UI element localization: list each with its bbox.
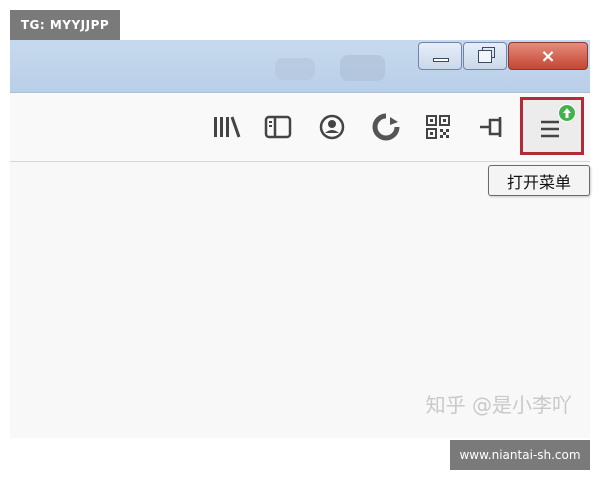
- close-icon: ×: [540, 45, 556, 67]
- site-overlay: www.niantai-sh.com: [450, 440, 590, 470]
- account-button[interactable]: [316, 111, 348, 143]
- library-button[interactable]: [210, 111, 242, 143]
- title-blur: [340, 55, 385, 81]
- qr-code-icon: [426, 115, 450, 139]
- sidebar-icon: [264, 115, 292, 139]
- watermark-text: 知乎 @是小李吖: [425, 393, 572, 417]
- account-icon: [319, 114, 345, 140]
- qr-code-button[interactable]: [422, 111, 454, 143]
- sync-button[interactable]: [370, 111, 402, 143]
- open-menu-button[interactable]: [520, 97, 584, 155]
- tag-overlay: TG: MYYJJPP: [10, 10, 120, 40]
- minimize-button[interactable]: [418, 42, 462, 70]
- minimize-icon: [433, 58, 449, 62]
- pin-icon: [480, 117, 502, 137]
- maximize-icon: [478, 50, 492, 63]
- sync-icon: [372, 113, 400, 141]
- open-menu-tooltip: 打开菜单: [488, 165, 590, 196]
- library-icon: [214, 116, 241, 138]
- pin-button[interactable]: [476, 111, 508, 143]
- browser-toolbar: [10, 93, 590, 162]
- window-titlebar: ×: [10, 40, 590, 93]
- page-content: 知乎 @是小李吖: [10, 162, 590, 438]
- update-badge-icon: [558, 104, 576, 122]
- close-button[interactable]: ×: [508, 42, 588, 70]
- title-blur: [275, 58, 315, 80]
- maximize-button[interactable]: [463, 42, 507, 70]
- sidebar-button[interactable]: [262, 111, 294, 143]
